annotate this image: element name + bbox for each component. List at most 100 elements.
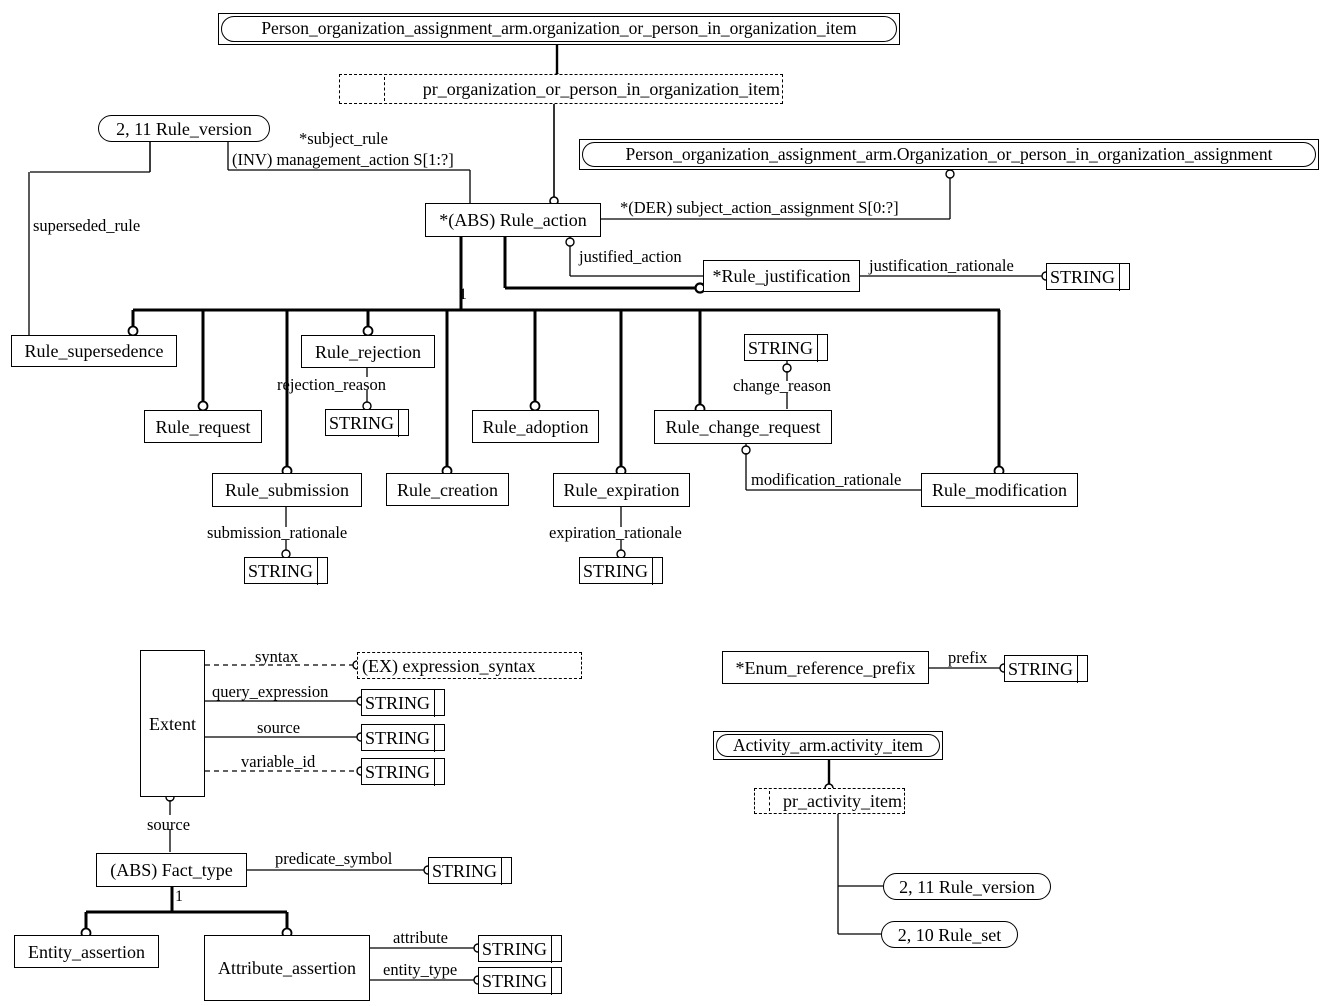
node-fact-type[interactable]: (ABS) Fact_type [96, 853, 247, 887]
node-string-rejection-reason[interactable]: STRING [325, 408, 409, 437]
node-label: Rule_request [155, 416, 251, 437]
node-label: Attribute_assertion [218, 958, 356, 978]
node-rule-version-bottom[interactable]: 2, 11 Rule_version [883, 873, 1051, 900]
node-label: STRING [365, 727, 431, 748]
node-attribute-assertion[interactable]: Attribute_assertion [204, 935, 370, 1001]
edge-label-attribute: attribute [393, 928, 448, 947]
simple-type-divider [434, 723, 435, 752]
node-expression-syntax[interactable]: (EX) expression_syntax [357, 652, 582, 679]
node-string-submission-rationale[interactable]: STRING [244, 556, 328, 585]
edge-label-superseded-rule: superseded_rule [33, 216, 141, 235]
node-label: *(ABS) Rule_action [439, 210, 587, 230]
node-rule-submission[interactable]: Rule_submission [212, 473, 362, 507]
node-label: STRING [432, 860, 498, 881]
node-rule-change-request[interactable]: Rule_change_request [654, 410, 832, 444]
node-string-expiration-rationale[interactable]: STRING [579, 556, 663, 585]
node-rule-version-top[interactable]: 2, 11 Rule_version [98, 115, 270, 142]
node-person-organization-assignment-inner: Person_organization_assignment_arm.Organ… [582, 142, 1316, 167]
node-label: pr_activity_item [783, 791, 902, 811]
edge-label-subject-rule: *subject_rule [299, 129, 388, 148]
edge-label-source-attr: source [257, 718, 301, 737]
node-label: 2, 11 Rule_version [899, 876, 1035, 897]
node-string-source[interactable]: STRING [361, 723, 445, 752]
node-label: Rule_change_request [665, 417, 821, 437]
node-person-organization-assignment[interactable]: Person_organization_assignment_arm.Organ… [579, 139, 1319, 170]
node-label: 2, 11 Rule_version [116, 118, 252, 139]
simple-type-divider [551, 966, 552, 995]
express-g-diagram: Person_organization_assignment_arm.organ… [0, 0, 1328, 1006]
node-label: Rule_supersedence [24, 341, 164, 361]
node-pr-organization-item[interactable]: pr_organization_or_person_in_organizatio… [339, 74, 783, 104]
edge-label-change-reason: change_reason [733, 376, 832, 395]
node-rule-supersedence[interactable]: Rule_supersedence [11, 335, 177, 367]
node-label: 2, 10 Rule_set [897, 924, 1002, 945]
edge-label-management-action: (INV) management_action S[1:?] [232, 150, 454, 169]
node-rule-modification[interactable]: Rule_modification [921, 473, 1078, 507]
node-rule-request[interactable]: Rule_request [144, 410, 262, 443]
node-label: Rule_adoption [482, 416, 589, 437]
node-label: STRING [482, 938, 548, 959]
node-label: Rule_submission [224, 480, 349, 500]
edge-label-rejection-reason: rejection_reason [277, 375, 387, 394]
node-label: Rule_expiration [563, 480, 680, 500]
node-label: Person_organization_assignment_arm.organ… [261, 18, 857, 39]
node-string-entity-type[interactable]: STRING [478, 966, 562, 995]
node-label: Rule_creation [397, 479, 498, 500]
node-label: Person_organization_assignment_arm.Organ… [625, 143, 1273, 164]
node-entity-assertion[interactable]: Entity_assertion [14, 935, 159, 968]
dashed-inner-divider [384, 77, 385, 101]
node-person-organization-item-inner: Person_organization_assignment_arm.organ… [221, 16, 897, 42]
node-label: STRING [1008, 658, 1074, 679]
node-extent[interactable]: Extent [140, 650, 205, 797]
node-rule-creation[interactable]: Rule_creation [386, 473, 509, 506]
simple-type-divider [398, 408, 399, 437]
edge-label-variable-id: variable_id [241, 752, 316, 771]
edge-label-fact-type-count: 1 [175, 888, 183, 905]
node-string-predicate-symbol[interactable]: STRING [428, 856, 512, 885]
node-label: STRING [329, 412, 395, 433]
node-rule-adoption[interactable]: Rule_adoption [472, 410, 599, 443]
simple-type-divider [652, 556, 653, 585]
node-label: STRING [365, 692, 431, 713]
edge-label-subject-action-assignment: *(DER) subject_action_assignment S[0:?] [620, 198, 899, 217]
node-rule-justification[interactable]: *Rule_justification [703, 260, 860, 292]
node-label: *Rule_justification [712, 266, 851, 286]
simple-type-divider [434, 757, 435, 786]
edge-label-supertype-count: 1 [459, 286, 467, 303]
node-rule-expiration[interactable]: Rule_expiration [553, 473, 690, 507]
node-label: (EX) expression_syntax [362, 655, 536, 676]
node-pr-activity-item[interactable]: pr_activity_item [754, 788, 905, 814]
simple-type-divider [1119, 262, 1120, 291]
node-rule-action[interactable]: *(ABS) Rule_action [425, 203, 601, 237]
dashed-inner-divider [769, 791, 770, 811]
node-person-organization-item[interactable]: Person_organization_assignment_arm.organ… [218, 13, 900, 45]
node-string-variable-id[interactable]: STRING [361, 757, 445, 786]
node-label: STRING [583, 560, 649, 581]
node-enum-reference-prefix[interactable]: *Enum_reference_prefix [722, 651, 929, 684]
node-label: STRING [365, 761, 431, 782]
edge-label-entity-type: entity_type [383, 960, 458, 979]
node-activity-item[interactable]: Activity_arm.activity_item [713, 731, 943, 760]
node-label: Extent [149, 713, 196, 734]
simple-type-divider [317, 556, 318, 585]
node-string-prefix[interactable]: STRING [1004, 654, 1088, 683]
simple-type-divider [501, 856, 502, 885]
node-string-change-reason[interactable]: STRING [744, 333, 828, 362]
edge-label-extent-source: source [147, 815, 191, 834]
edge-label-syntax: syntax [255, 647, 299, 666]
node-label: STRING [748, 337, 814, 358]
node-label: Entity_assertion [28, 941, 145, 962]
edge-label-expiration-rationale: expiration_rationale [549, 523, 682, 542]
node-rule-rejection[interactable]: Rule_rejection [301, 335, 435, 368]
node-string-attribute[interactable]: STRING [478, 934, 562, 963]
node-label: STRING [1050, 266, 1116, 287]
node-string-justification-rationale[interactable]: STRING [1046, 262, 1130, 291]
node-label: Activity_arm.activity_item [732, 734, 924, 755]
node-label: STRING [248, 560, 314, 581]
edge-label-predicate-symbol: predicate_symbol [275, 849, 393, 868]
node-label: pr_organization_or_person_in_organizatio… [422, 79, 780, 99]
node-string-query-expression[interactable]: STRING [361, 688, 445, 717]
edge-label-submission-rationale: submission_rationale [207, 523, 348, 542]
node-rule-set[interactable]: 2, 10 Rule_set [881, 921, 1018, 948]
edge-label-justification-rationale: justification_rationale [869, 256, 1014, 275]
